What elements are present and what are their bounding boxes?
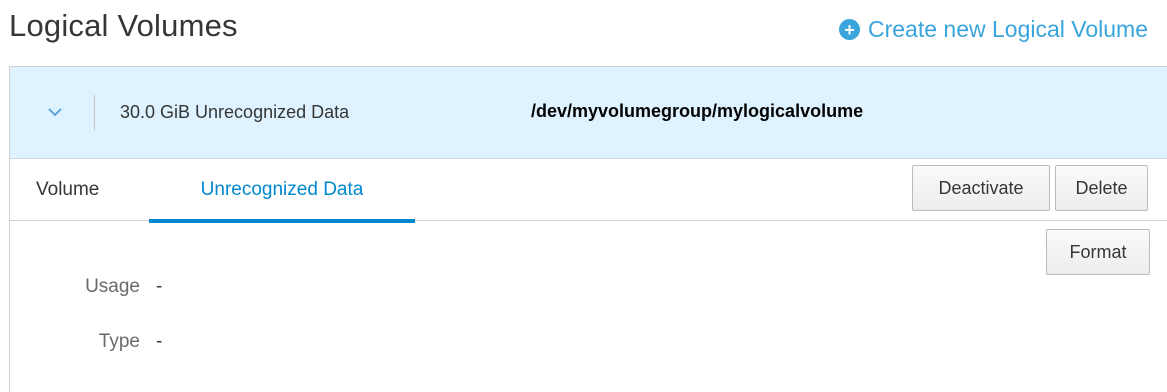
plus-circle-icon: +	[839, 19, 860, 40]
type-label: Type	[98, 331, 140, 352]
create-link-label: Create new Logical Volume	[868, 16, 1148, 42]
usage-row: Usage -	[10, 276, 162, 298]
format-button[interactable]: Format	[1046, 229, 1150, 275]
device-path: /dev/myvolumegroup/mylogicalvolume	[531, 101, 864, 121]
expand-toggle[interactable]	[30, 67, 80, 158]
tab-unrecognized-data[interactable]: Unrecognized Data	[149, 159, 415, 223]
logical-volumes-panel: 30.0 GiB Unrecognized Data /dev/myvolume…	[9, 66, 1167, 392]
type-row: Type -	[10, 331, 163, 353]
tab-volume[interactable]: Volume	[36, 159, 99, 221]
chevron-down-icon	[48, 108, 62, 117]
type-value: -	[156, 331, 163, 352]
row-divider	[94, 94, 95, 131]
detail-pane: Format Usage - Type -	[10, 221, 1167, 391]
create-logical-volume-link[interactable]: + Create new Logical Volume	[839, 16, 1148, 43]
deactivate-button[interactable]: Deactivate	[912, 165, 1050, 211]
tab-bar: Volume Unrecognized Data Deactivate Dele…	[10, 159, 1167, 223]
volume-list-item[interactable]: 30.0 GiB Unrecognized Data /dev/myvolume…	[10, 67, 1167, 159]
page-title: Logical Volumes	[9, 8, 238, 43]
usage-value: -	[156, 276, 163, 297]
delete-button[interactable]: Delete	[1055, 165, 1148, 211]
volume-size-label: 30.0 GiB Unrecognized Data	[120, 102, 350, 122]
usage-label: Usage	[85, 276, 140, 297]
